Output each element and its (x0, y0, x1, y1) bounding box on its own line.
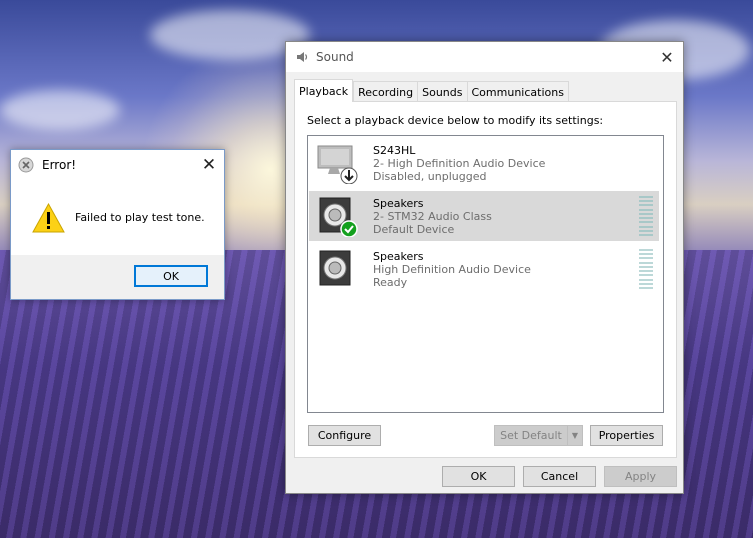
device-list[interactable]: S243HL 2- High Definition Audio Device D… (307, 135, 664, 413)
device-status: Default Device (373, 223, 455, 236)
device-description: 2- STM32 Audio Class (373, 210, 492, 223)
monitor-icon (317, 145, 358, 184)
cancel-button[interactable]: Cancel (523, 466, 596, 487)
close-icon[interactable]: ✕ (651, 42, 683, 72)
close-icon[interactable]: ✕ (194, 150, 224, 179)
device-status: Ready (373, 276, 408, 289)
error-dialog-body: Failed to play test tone. (11, 179, 224, 256)
device-name: Speakers (373, 197, 424, 210)
error-x-icon (18, 157, 34, 172)
error-dialog-titlebar[interactable]: Error! (11, 150, 224, 179)
device-item-selected[interactable]: Speakers 2- STM32 Audio Class Default De… (309, 191, 659, 241)
error-dialog-title: Error! (42, 157, 77, 172)
sound-dialog-titlebar[interactable]: Sound (286, 42, 683, 72)
sound-dialog-title: Sound (316, 50, 354, 64)
ok-button[interactable]: OK (442, 466, 515, 487)
device-description: High Definition Audio Device (373, 263, 531, 276)
speaker-icon (319, 197, 358, 237)
set-default-label: Set Default (500, 429, 562, 442)
tab-strip: Playback Recording Sounds Communications (294, 79, 569, 102)
tab-playback[interactable]: Playback (294, 79, 354, 102)
tab-communications[interactable]: Communications (466, 81, 569, 102)
error-dialog-footer: OK (11, 255, 224, 299)
tab-recording[interactable]: Recording (353, 81, 418, 102)
properties-button[interactable]: Properties (590, 425, 663, 446)
device-description: 2- High Definition Audio Device (373, 157, 546, 170)
tab-sounds[interactable]: Sounds (417, 81, 467, 102)
volume-meter (639, 196, 653, 236)
wallpaper-cloud (0, 90, 120, 130)
speaker-icon (319, 250, 351, 286)
device-name: Speakers (373, 250, 424, 263)
device-status: Disabled, unplugged (373, 170, 487, 183)
device-item[interactable]: S243HL 2- High Definition Audio Device D… (309, 138, 659, 188)
instruction-text: Select a playback device below to modify… (307, 114, 604, 127)
playback-panel: Select a playback device below to modify… (294, 101, 677, 458)
error-message: Failed to play test tone. (75, 211, 205, 224)
error-dialog: Error! ✕ Failed to play test tone. OK (10, 149, 225, 300)
chevron-down-icon[interactable]: ▼ (567, 426, 582, 445)
configure-button[interactable]: Configure (308, 425, 381, 446)
device-item[interactable]: Speakers High Definition Audio Device Re… (309, 244, 659, 294)
device-name: S243HL (373, 144, 416, 157)
apply-button[interactable]: Apply (604, 466, 677, 487)
sound-dialog: Sound ✕ Playback Recording Sounds Commun… (285, 41, 684, 494)
warning-triangle-icon (32, 202, 65, 232)
set-default-button[interactable]: Set Default ▼ (494, 425, 583, 446)
ok-button[interactable]: OK (134, 265, 208, 287)
speaker-app-icon (297, 52, 308, 62)
volume-meter (639, 249, 653, 289)
